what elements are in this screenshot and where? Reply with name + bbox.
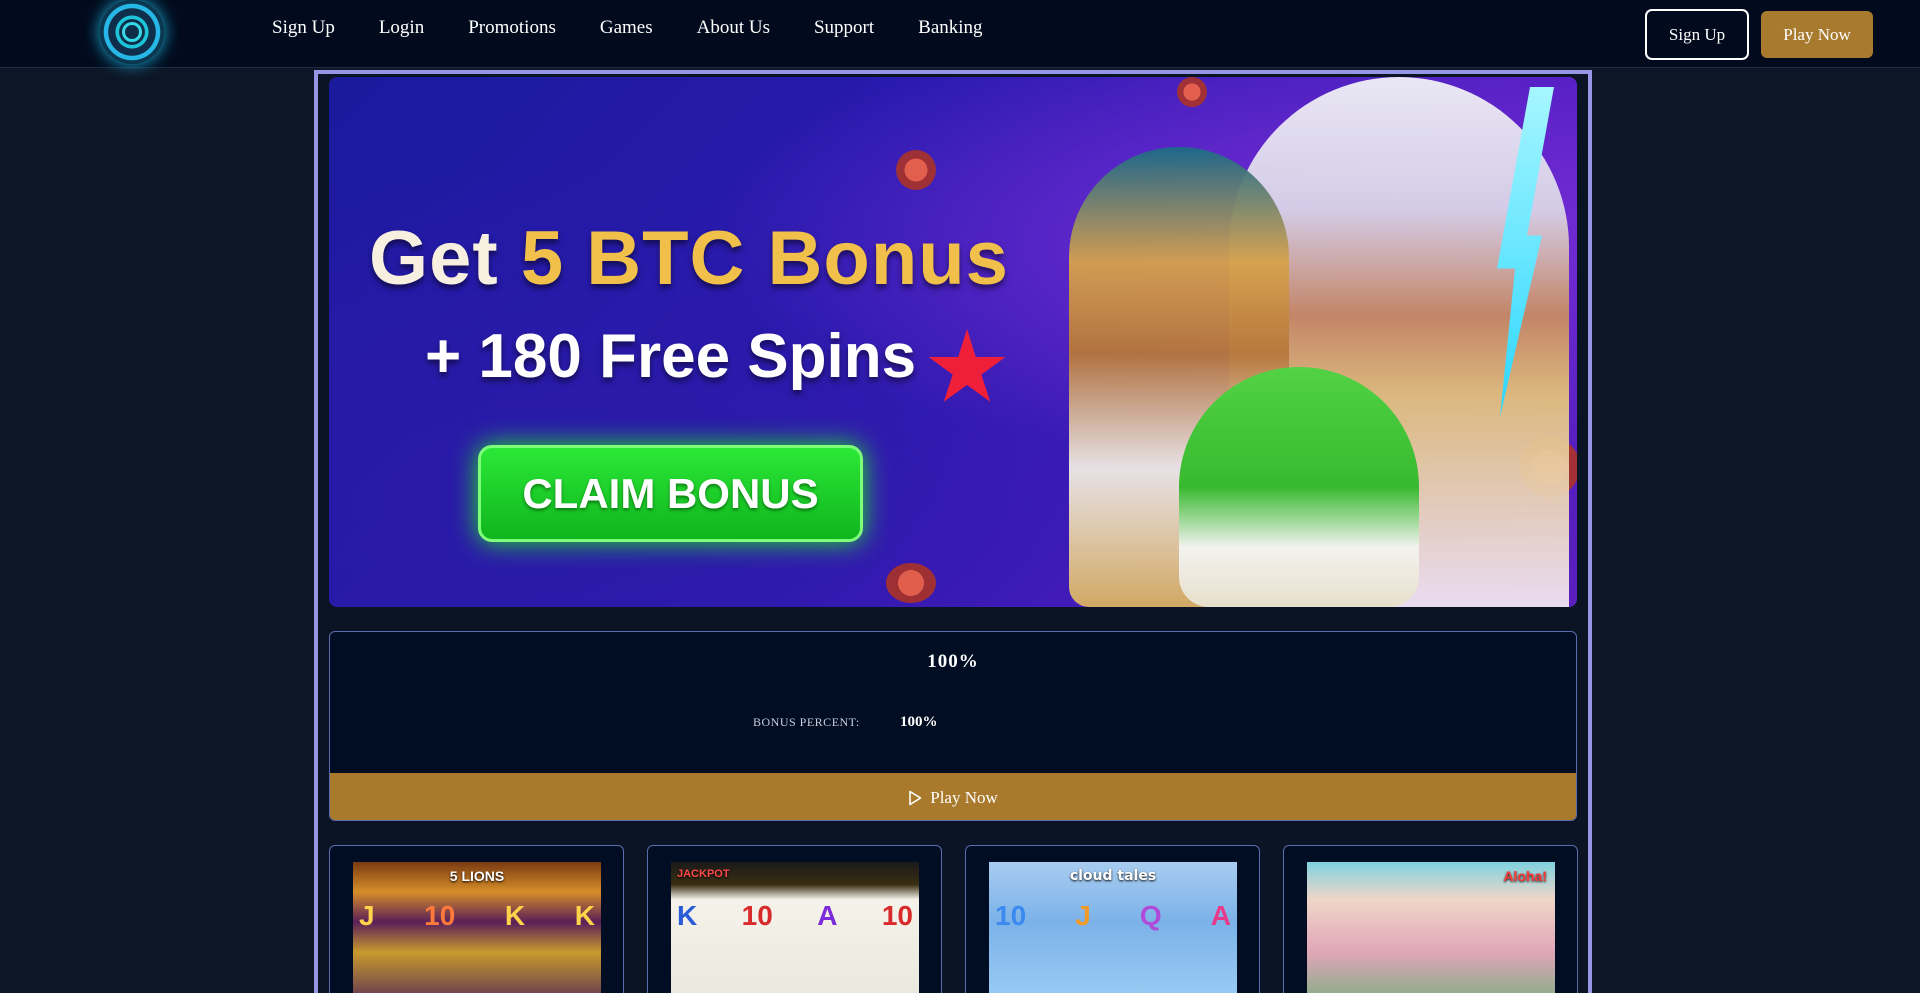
- reel-symbol: J: [359, 900, 375, 931]
- nav-login[interactable]: Login: [379, 17, 424, 39]
- game-reels: J 10 K K: [359, 900, 595, 932]
- bonus-percent-value: 100%: [900, 714, 938, 730]
- coin-decoration: [1177, 77, 1207, 107]
- game-thumbnail[interactable]: Aloha!: [1307, 862, 1555, 993]
- reel-symbol: 10: [741, 900, 773, 931]
- claim-bonus-button[interactable]: CLAIM BONUS: [478, 445, 863, 542]
- reel-symbol: K: [677, 900, 698, 931]
- reel-symbol: 10: [995, 900, 1027, 931]
- promo-banner[interactable]: Get 5 BTC Bonus + 180 Free Spins CLAIM B…: [329, 77, 1577, 607]
- game-title: Aloha!: [1503, 868, 1547, 884]
- game-thumbnail[interactable]: cloud tales 10 J Q A: [989, 862, 1237, 993]
- game-reels: 10 J Q A: [995, 900, 1231, 932]
- banner-title-prefix: Get: [369, 216, 521, 301]
- bonus-card: 100% BONUS PERCENT: 100% Play Now: [329, 631, 1577, 821]
- coin-decoration: [896, 150, 936, 190]
- nav-about-us[interactable]: About Us: [697, 17, 770, 39]
- game-card[interactable]: JACKPOT K 10 A 10: [647, 845, 942, 993]
- reel-symbol: 10: [881, 900, 913, 931]
- nav-banking[interactable]: Banking: [918, 17, 982, 39]
- game-reels: K 10 A 10: [677, 900, 913, 932]
- reel-symbol: A: [817, 900, 838, 931]
- reel-symbol: K: [504, 900, 526, 931]
- game-title: JACKPOT: [677, 868, 730, 880]
- nav-sign-up[interactable]: Sign Up: [272, 17, 335, 39]
- nav-promotions[interactable]: Promotions: [468, 17, 556, 39]
- nav-support[interactable]: Support: [814, 17, 874, 39]
- reel-symbol: K: [574, 900, 595, 931]
- coin-decoration: [886, 563, 936, 603]
- banner-title-highlight: 5 BTC Bonus: [520, 216, 1009, 301]
- bonus-headline: 100%: [927, 651, 979, 672]
- bonus-play-now-label: Play Now: [930, 787, 998, 807]
- game-card[interactable]: cloud tales 10 J Q A: [965, 845, 1260, 993]
- bonus-play-now-button[interactable]: Play Now: [330, 773, 1576, 820]
- reel-symbol: A: [1210, 900, 1231, 931]
- site-header: Sign Up Login Promotions Games About Us …: [0, 0, 1920, 68]
- play-icon: [909, 790, 922, 805]
- game-card[interactable]: 5 LIONS J 10 K K: [329, 845, 624, 993]
- bonus-percent-label: BONUS PERCENT:: [753, 715, 860, 729]
- play-now-button[interactable]: Play Now: [1761, 11, 1873, 58]
- bonus-detail-row: BONUS PERCENT: 100%: [753, 714, 938, 731]
- logo-ring: [122, 22, 142, 42]
- reel-symbol: 10: [424, 900, 456, 931]
- signup-button[interactable]: Sign Up: [1645, 9, 1749, 60]
- reel-symbol: J: [1075, 900, 1091, 931]
- game-title: 5 LIONS: [449, 868, 505, 884]
- game-title: cloud tales: [1069, 868, 1157, 884]
- nav-games[interactable]: Games: [600, 17, 653, 39]
- banner-subtitle: + 180 Free Spins: [425, 322, 917, 391]
- frog-character-image: [1179, 367, 1419, 607]
- main-nav: Sign Up Login Promotions Games About Us …: [272, 17, 1027, 39]
- game-thumbnail[interactable]: JACKPOT K 10 A 10: [671, 862, 919, 993]
- banner-title: Get 5 BTC Bonus: [369, 215, 1009, 302]
- game-card[interactable]: Aloha!: [1283, 845, 1578, 993]
- star-icon: [928, 329, 1006, 402]
- reel-symbol: Q: [1139, 900, 1162, 931]
- logo-icon[interactable]: [100, 0, 164, 64]
- game-thumbnail[interactable]: 5 LIONS J 10 K K: [353, 862, 601, 993]
